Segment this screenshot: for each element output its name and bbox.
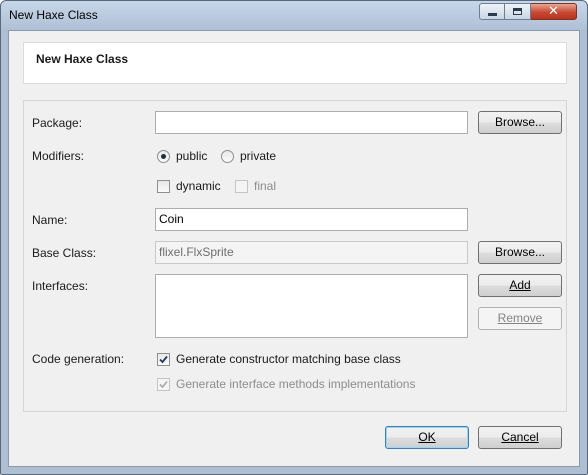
private-radio-label[interactable]: private	[240, 149, 276, 163]
page-title: New Haxe Class	[36, 52, 129, 66]
cancel-button[interactable]: Cancel	[478, 426, 562, 449]
package-label: Package:	[32, 116, 83, 130]
dynamic-checkbox-label[interactable]: dynamic	[176, 179, 221, 193]
name-label: Name:	[32, 213, 68, 227]
checkmark-icon	[159, 355, 168, 364]
generate-constructor-checkbox[interactable]	[157, 353, 170, 366]
modifiers-label: Modifiers:	[32, 149, 85, 163]
dialog-body: New Haxe Class Package: Browse... Modifi…	[8, 30, 580, 467]
dialog-window: New Haxe Class ✕ New Haxe Class Package:…	[0, 0, 588, 475]
close-button[interactable]: ✕	[531, 3, 577, 20]
ok-button[interactable]: OK	[385, 426, 469, 449]
final-checkbox	[235, 180, 248, 193]
maximize-button[interactable]	[505, 3, 531, 20]
minimize-icon	[487, 13, 497, 16]
maximize-icon	[513, 8, 522, 15]
interfaces-list[interactable]	[155, 274, 468, 338]
base-class-browse-button[interactable]: Browse...	[478, 241, 562, 264]
form-group: Package: Browse... Modifiers: public pri…	[23, 100, 567, 412]
interfaces-label: Interfaces:	[32, 279, 89, 293]
cancel-button-label: Cancel	[501, 430, 539, 444]
add-interface-button[interactable]: Add	[478, 274, 562, 297]
code-generation-label: Code generation:	[32, 352, 125, 366]
ok-button-label: OK	[418, 430, 436, 444]
checkmark-icon	[159, 380, 168, 389]
remove-interface-label: Remove	[497, 311, 543, 325]
title-bar[interactable]: New Haxe Class ✕	[1, 1, 587, 29]
public-radio-label[interactable]: public	[176, 149, 207, 163]
dialog-header: New Haxe Class	[23, 42, 567, 84]
generate-interface-methods-checkbox	[157, 378, 170, 391]
generate-constructor-label[interactable]: Generate constructor matching base class	[176, 352, 401, 366]
public-radio[interactable]	[157, 150, 170, 163]
base-class-input: flixel.FlxSprite	[155, 241, 468, 264]
generate-interface-methods-label: Generate interface methods implementatio…	[176, 377, 416, 391]
base-class-label: Base Class:	[32, 246, 97, 260]
minimize-button[interactable]	[479, 3, 505, 20]
package-input[interactable]	[155, 111, 468, 134]
private-radio[interactable]	[221, 150, 234, 163]
dynamic-checkbox[interactable]	[157, 180, 170, 193]
remove-interface-button: Remove	[478, 307, 562, 330]
final-checkbox-label: final	[254, 179, 277, 193]
window-title: New Haxe Class	[9, 8, 98, 22]
package-browse-button[interactable]: Browse...	[478, 111, 562, 134]
add-interface-label: Add	[509, 278, 531, 292]
name-input[interactable]: Coin	[155, 208, 468, 231]
close-icon: ✕	[548, 4, 559, 19]
